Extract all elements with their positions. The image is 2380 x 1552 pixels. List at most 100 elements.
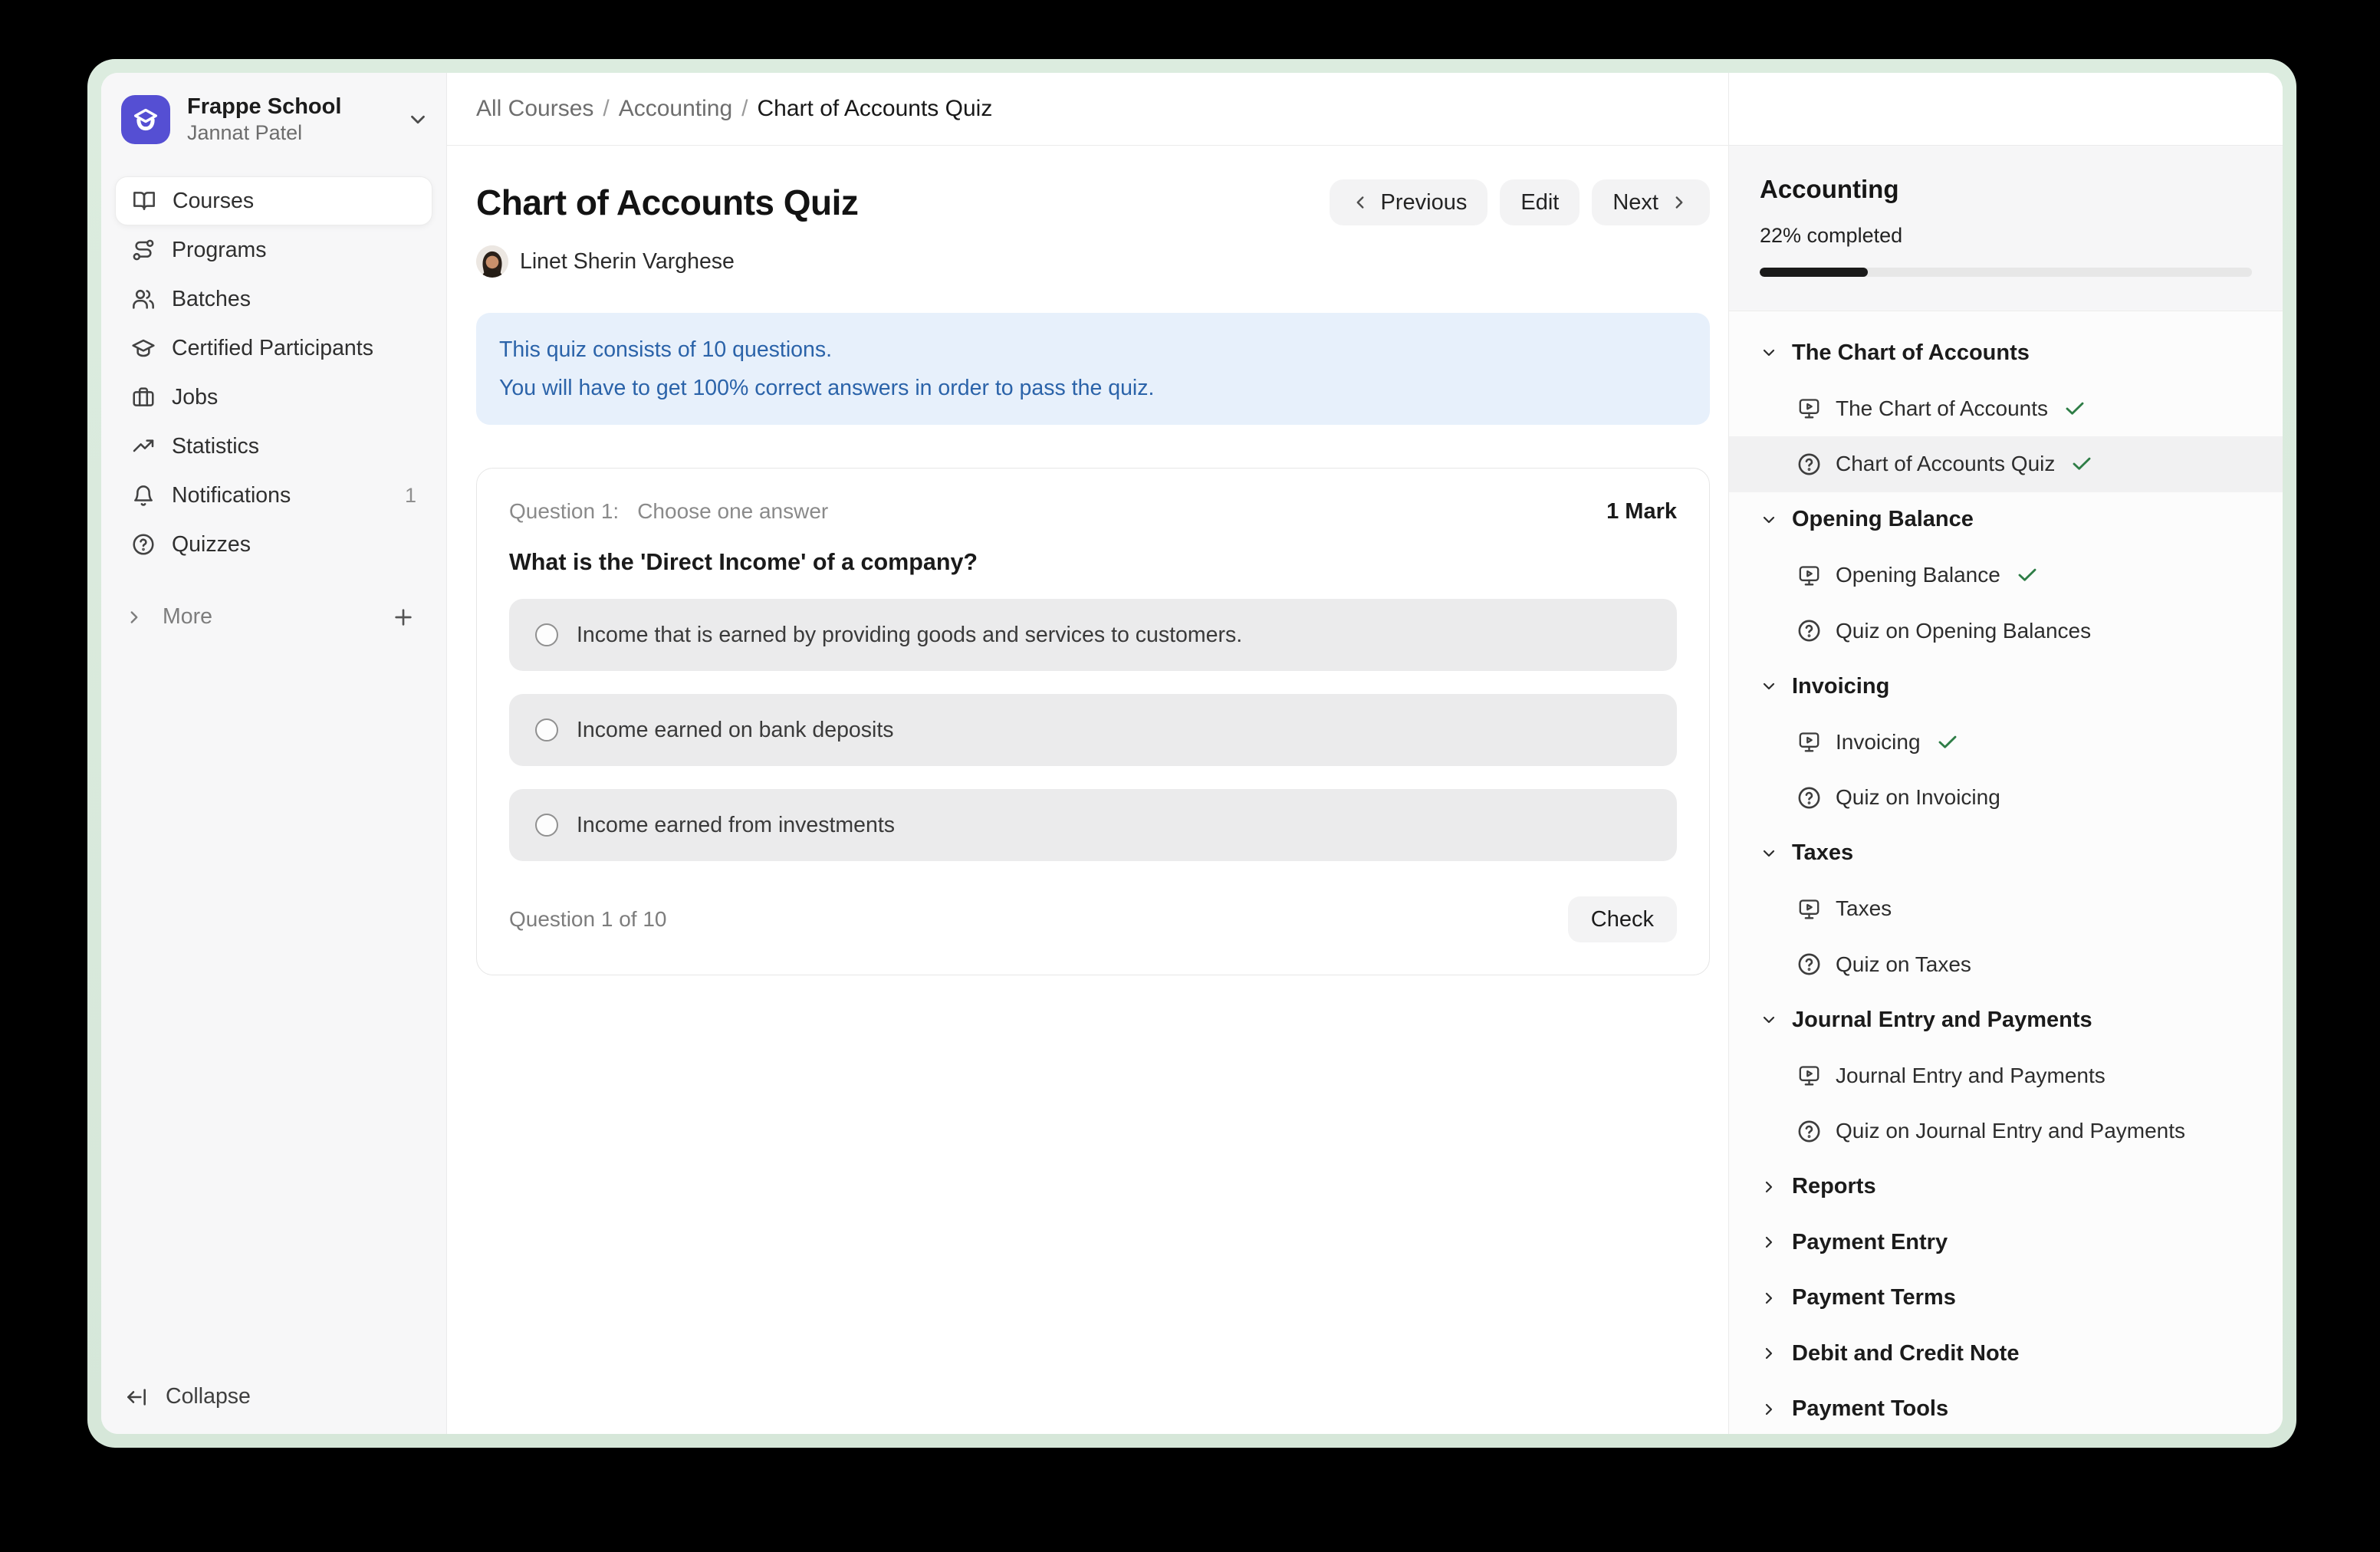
check-icon: [2063, 397, 2086, 420]
outline-section-the-chart-of-accounts[interactable]: The Chart of Accounts: [1729, 325, 2283, 381]
outline-item-the-chart-of-accounts-video[interactable]: The Chart of Accounts: [1729, 381, 2283, 437]
outline-item-chart-of-accounts-quiz[interactable]: Chart of Accounts Quiz: [1729, 436, 2283, 492]
outline-section-payment-entry[interactable]: Payment Entry: [1729, 1215, 2283, 1271]
sidebar-item-label: Quizzes: [172, 532, 251, 557]
answer-option-3[interactable]: Income earned from investments: [509, 789, 1677, 861]
breadcrumb-current: Chart of Accounts Quiz: [758, 96, 993, 122]
outline-header: Accounting 22% completed: [1729, 146, 2283, 311]
sidebar-item-label: Notifications: [172, 483, 291, 508]
radio-button[interactable]: [535, 623, 558, 646]
sidebar-item-notifications[interactable]: Notifications 1: [115, 471, 432, 520]
outline-section-invoicing[interactable]: Invoicing: [1729, 659, 2283, 715]
chevron-left-icon: [1350, 192, 1370, 212]
quiz-nav-actions: Previous Edit Next: [1330, 179, 1710, 225]
radio-button[interactable]: [535, 718, 558, 741]
plus-icon[interactable]: [391, 605, 416, 630]
check-button[interactable]: Check: [1568, 896, 1677, 942]
chevron-right-icon: [1669, 192, 1689, 212]
book-open-icon: [132, 189, 156, 213]
help-circle-icon: [1797, 1119, 1822, 1144]
check-icon: [2070, 452, 2093, 475]
collapse-sidebar-icon: [124, 1385, 149, 1409]
sidebar-item-courses[interactable]: Courses: [115, 176, 432, 225]
edit-button[interactable]: Edit: [1500, 179, 1580, 225]
outline-section-payment-terms[interactable]: Payment Terms: [1729, 1271, 2283, 1327]
chevron-down-icon: [1760, 677, 1778, 695]
sidebar-item-jobs[interactable]: Jobs: [115, 373, 432, 422]
question-number-label: Question 1:: [509, 499, 619, 524]
workspace-title: Frappe School: [187, 93, 341, 120]
briefcase-icon: [131, 385, 156, 409]
sidebar-item-statistics[interactable]: Statistics: [115, 422, 432, 471]
help-circle-icon: [1797, 618, 1822, 643]
outline-item-quiz-on-invoicing[interactable]: Quiz on Invoicing: [1729, 770, 2283, 826]
main-content: All Courses / Accounting / Chart of Acco…: [447, 73, 1728, 1434]
chevron-down-icon: [1760, 844, 1778, 863]
notifications-count-badge: 1: [405, 484, 416, 508]
sidebar-more-toggle[interactable]: More: [124, 604, 212, 630]
answer-option-2[interactable]: Income earned on bank deposits: [509, 694, 1677, 766]
outline-item-quiz-on-journal-entry-and-payments[interactable]: Quiz on Journal Entry and Payments: [1729, 1103, 2283, 1159]
next-button[interactable]: Next: [1592, 179, 1710, 225]
workspace-switcher[interactable]: Frappe School Jannat Patel: [101, 73, 446, 146]
sidebar-item-quizzes[interactable]: Quizzes: [115, 520, 432, 569]
monitor-play-icon: [1797, 729, 1822, 755]
breadcrumb-all-courses[interactable]: All Courses: [476, 96, 593, 122]
answer-option-label: Income earned on bank deposits: [577, 718, 894, 743]
radio-button[interactable]: [535, 814, 558, 837]
sidebar-item-label: Certified Participants: [172, 336, 373, 361]
sidebar-item-certified-participants[interactable]: Certified Participants: [115, 324, 432, 373]
answer-option-1[interactable]: Income that is earned by providing goods…: [509, 599, 1677, 671]
outline-section-payment-tools[interactable]: Payment Tools: [1729, 1382, 2283, 1435]
question-pagination: Question 1 of 10: [509, 907, 666, 932]
outline-item-opening-balance-video[interactable]: Opening Balance: [1729, 547, 2283, 603]
outline-section-journal-entry-and-payments[interactable]: Journal Entry and Payments: [1729, 992, 2283, 1048]
course-progress-bar: [1760, 268, 2252, 277]
course-outline-sidebar: Accounting 22% completed The Chart of Ac…: [1728, 73, 2283, 1434]
outline-top-spacer: [1729, 73, 2283, 146]
outline-section-reports[interactable]: Reports: [1729, 1159, 2283, 1215]
outline-item-journal-entry-and-payments-video[interactable]: Journal Entry and Payments: [1729, 1048, 2283, 1104]
outline-section-opening-balance[interactable]: Opening Balance: [1729, 492, 2283, 548]
check-icon: [2016, 564, 2039, 587]
sidebar-item-label: Courses: [173, 189, 254, 214]
monitor-play-icon: [1797, 563, 1822, 588]
chevron-right-icon: [1760, 1289, 1778, 1307]
sidebar-menu: Courses Programs Batches Certified Parti…: [101, 176, 446, 569]
author-avatar: [476, 245, 508, 278]
monitor-play-icon: [1797, 896, 1822, 922]
notice-line-1: This quiz consists of 10 questions.: [499, 330, 1687, 369]
breadcrumb-separator: /: [603, 96, 609, 122]
bell-icon: [131, 483, 156, 508]
outline-section-taxes[interactable]: Taxes: [1729, 826, 2283, 882]
trending-up-icon: [131, 434, 156, 459]
quiz-notice: This quiz consists of 10 questions. You …: [476, 313, 1710, 425]
workspace-user: Jannat Patel: [187, 120, 341, 146]
answer-option-label: Income earned from investments: [577, 813, 895, 838]
outline-section-debit-and-credit-note[interactable]: Debit and Credit Note: [1729, 1326, 2283, 1382]
sidebar-collapse-button[interactable]: Collapse: [101, 1384, 446, 1409]
breadcrumb-accounting[interactable]: Accounting: [619, 96, 732, 122]
sidebar-item-label: Jobs: [172, 385, 218, 410]
collapse-label: Collapse: [166, 1384, 251, 1409]
graduation-cap-icon: [131, 336, 156, 360]
chevron-down-icon: [406, 108, 429, 131]
sidebar-item-programs[interactable]: Programs: [115, 225, 432, 275]
frappe-school-logo-icon: [121, 95, 170, 144]
sidebar-more-row: More: [101, 604, 446, 630]
outline-item-invoicing-video[interactable]: Invoicing: [1729, 715, 2283, 771]
chevron-right-icon: [1760, 1344, 1778, 1363]
chevron-down-icon: [1760, 1011, 1778, 1029]
question-card: Question 1: Choose one answer 1 Mark Wha…: [476, 468, 1710, 975]
check-icon: [1936, 731, 1959, 754]
outline-item-quiz-on-opening-balances[interactable]: Quiz on Opening Balances: [1729, 603, 2283, 659]
help-circle-icon: [1797, 452, 1822, 477]
outline-item-taxes-video[interactable]: Taxes: [1729, 881, 2283, 937]
page-title: Chart of Accounts Quiz: [476, 182, 858, 223]
outline-item-quiz-on-taxes[interactable]: Quiz on Taxes: [1729, 937, 2283, 993]
notice-line-2: You will have to get 100% correct answer…: [499, 369, 1687, 407]
previous-button[interactable]: Previous: [1330, 179, 1488, 225]
route-icon: [131, 238, 156, 262]
sidebar-item-batches[interactable]: Batches: [115, 275, 432, 324]
chevron-right-icon: [1760, 1400, 1778, 1419]
